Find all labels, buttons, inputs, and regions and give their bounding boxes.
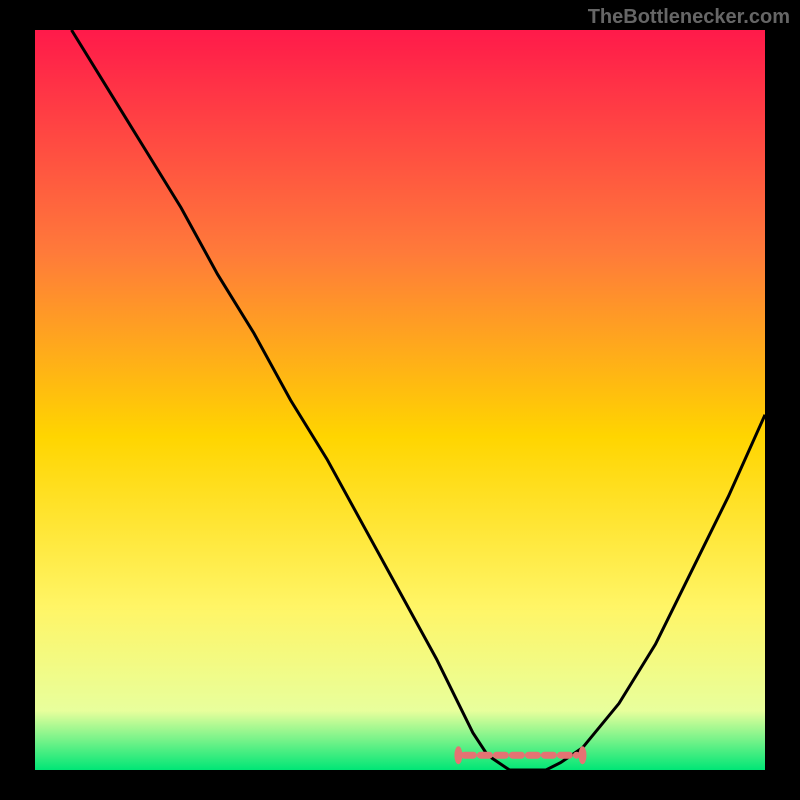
gradient-background <box>35 30 765 770</box>
chart-svg <box>35 30 765 770</box>
watermark-text: TheBottlenecker.com <box>588 6 790 29</box>
